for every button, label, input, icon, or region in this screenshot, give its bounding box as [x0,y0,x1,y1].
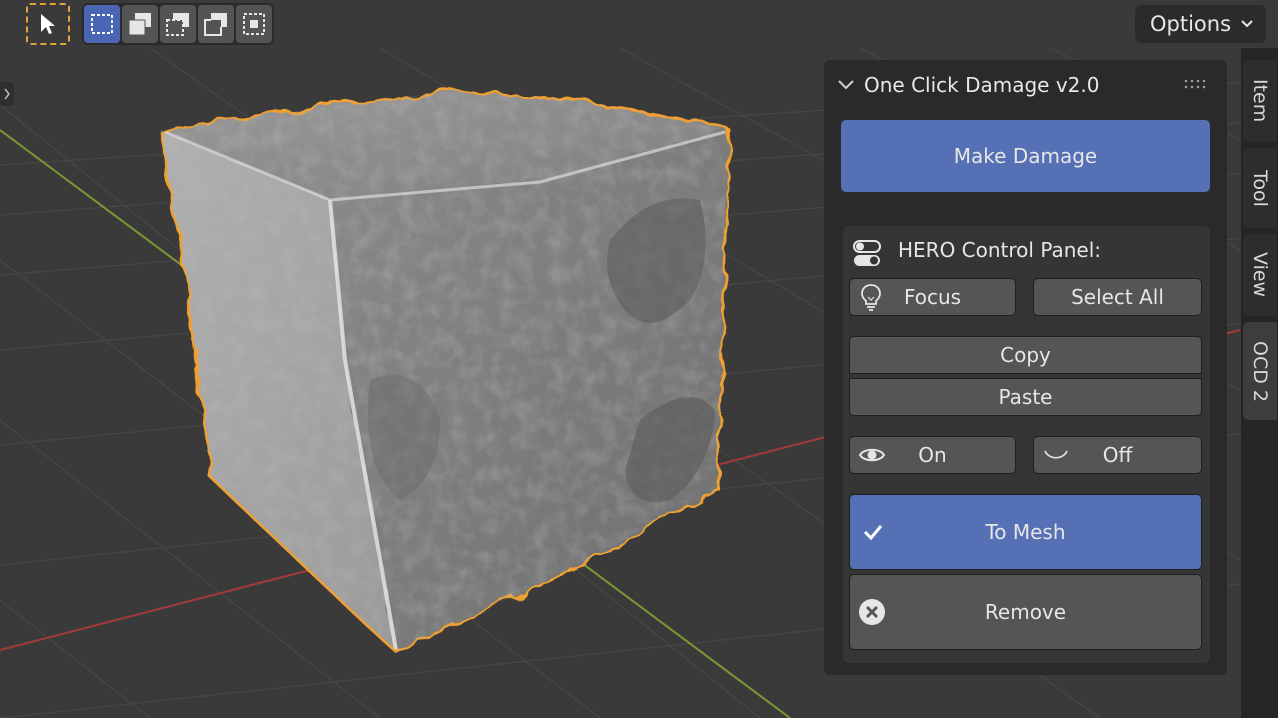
toolbar-expand-toggle[interactable] [0,82,14,106]
options-dropdown[interactable]: Options [1135,5,1266,43]
select-all-label: Select All [1071,285,1164,309]
checkmark-icon [862,523,884,541]
select-subtract-button[interactable] [160,5,196,43]
sidebar-tabs: Item Tool View OCD 2 [1241,48,1278,718]
copy-label: Copy [1000,343,1051,367]
select-cursor-tool[interactable] [26,3,70,45]
focus-label: Focus [903,285,962,309]
off-button[interactable]: Off [1033,436,1202,474]
header-toolbar: Options [0,0,1266,48]
drag-grip-icon[interactable] [1184,79,1206,89]
hero-control-panel: HERO Control Panel: Focus Select All Cop… [843,226,1210,663]
focus-button[interactable]: Focus [849,278,1016,316]
remove-button[interactable]: Remove [849,574,1202,650]
select-new-button[interactable] [84,5,120,43]
select-invert-icon [204,13,227,36]
cursor-icon [41,14,55,34]
panel-header[interactable]: One Click Damage v2.0 [836,66,1216,104]
to-mesh-button[interactable]: To Mesh [849,494,1202,570]
select-intersect-icon [243,13,265,35]
make-damage-label: Make Damage [953,144,1098,168]
lightbulb-icon [858,282,884,312]
select-extend-button[interactable] [122,5,158,43]
chevron-right-icon [4,88,10,100]
options-label: Options [1150,12,1232,36]
selection-mode-group [82,3,274,45]
tab-view-label: View [1249,252,1271,298]
collapse-chevron-icon [838,80,854,90]
tab-tool[interactable]: Tool [1243,148,1277,228]
tab-ocd-2-label: OCD 2 [1249,340,1271,402]
make-damage-button[interactable]: Make Damage [841,120,1210,192]
select-all-button[interactable]: Select All [1033,278,1202,316]
select-subtract-icon [166,13,189,36]
ocd-panel: One Click Damage v2.0 Make Damage HERO C… [824,60,1227,675]
tab-item[interactable]: Item [1243,60,1277,142]
select-extend-icon [128,13,151,36]
tab-ocd-2[interactable]: OCD 2 [1243,322,1277,420]
select-new-icon [91,14,113,34]
paste-button[interactable]: Paste [849,378,1202,416]
eye-closed-icon [1042,445,1070,465]
close-circle-icon [858,598,886,626]
on-label: On [918,443,947,467]
hero-panel-title: HERO Control Panel: [898,238,1102,262]
tab-view[interactable]: View [1243,234,1277,316]
paste-label: Paste [998,385,1053,409]
select-invert-button[interactable] [198,5,234,43]
panel-title: One Click Damage v2.0 [864,73,1100,97]
chevron-down-icon [1241,20,1253,28]
toggle-switches-icon [853,240,881,266]
copy-button[interactable]: Copy [849,336,1202,374]
remove-label: Remove [984,600,1067,624]
to-mesh-label: To Mesh [985,520,1066,544]
select-intersect-button[interactable] [236,5,272,43]
tab-tool-label: Tool [1249,169,1271,207]
on-button[interactable]: On [849,436,1016,474]
tab-item-label: Item [1249,79,1271,123]
off-label: Off [1102,443,1133,467]
eye-icon [858,445,886,465]
